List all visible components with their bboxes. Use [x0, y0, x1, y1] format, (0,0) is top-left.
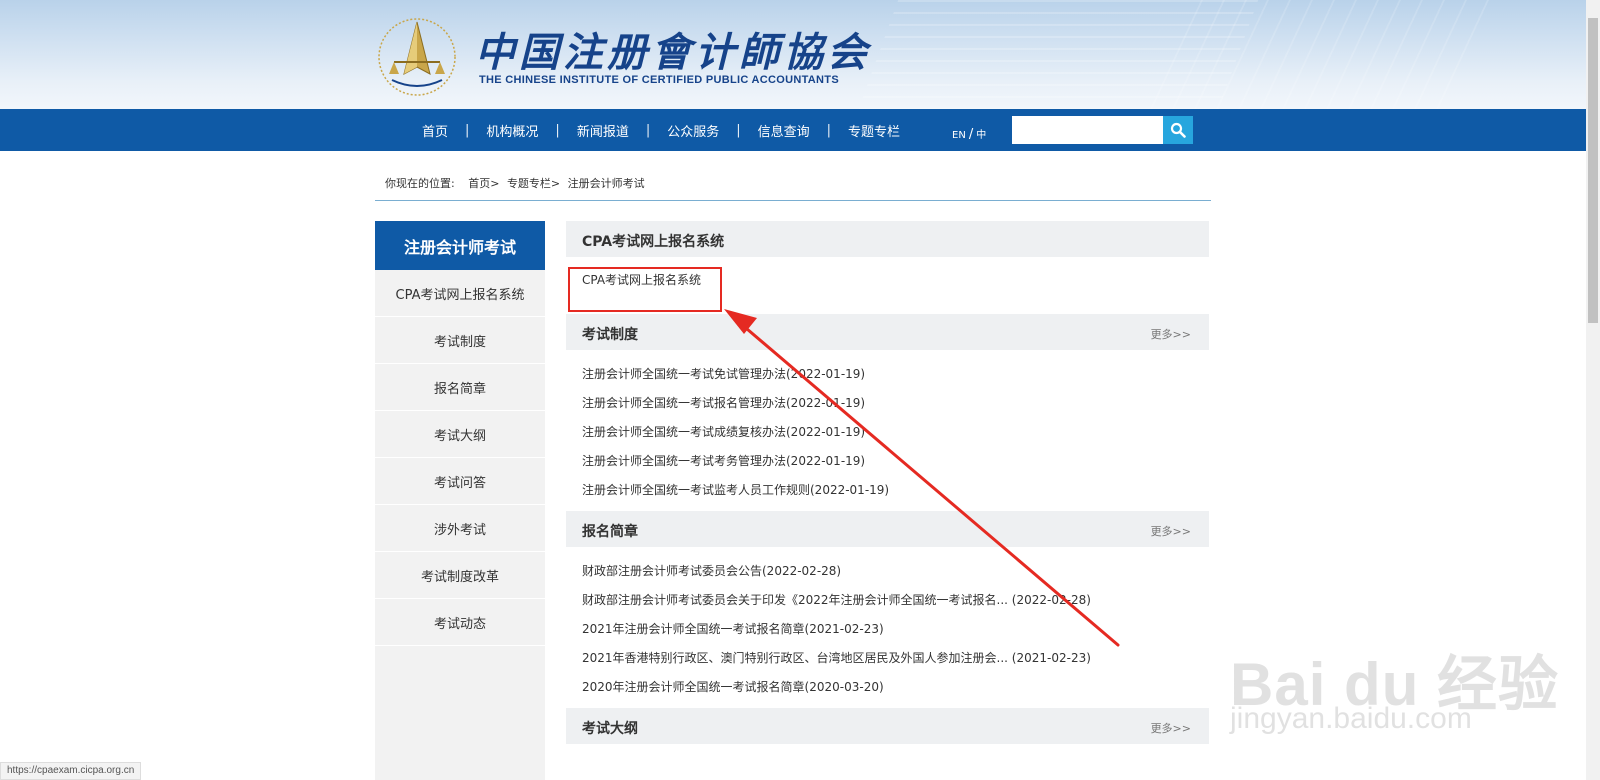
- list-item[interactable]: 财政部注册会计师考试委员会公告(2022-02-28): [582, 557, 1193, 586]
- sidebar-item-registration-guide[interactable]: 报名简章: [375, 364, 545, 411]
- main-navbar: 首页 | 机构概况 | 新闻报道 | 公众服务 | 信息查询 | 专题专栏: [0, 109, 1586, 151]
- nav-item-news[interactable]: 新闻报道: [560, 121, 646, 140]
- sidebar-item-exam-faq[interactable]: 考试问答: [375, 458, 545, 505]
- registration-guide-list: 财政部注册会计师考试委员会公告(2022-02-28) 财政部注册会计师考试委员…: [566, 547, 1209, 708]
- sidebar: 注册会计师考试 CPA考试网上报名系统 考试制度 报名简章 考试大纲 考试问答 …: [375, 221, 545, 780]
- lang-slash: /: [968, 127, 974, 142]
- cicpa-logo-emblem: [378, 18, 456, 96]
- sidebar-filler: [375, 646, 545, 780]
- breadcrumb-label: 你现在的位置:: [385, 177, 455, 190]
- more-link-exam-outline[interactable]: 更多>>: [1151, 720, 1191, 736]
- search-input[interactable]: [1012, 116, 1164, 144]
- sidebar-title: 注册会计师考试: [375, 221, 545, 270]
- baidu-watermark-url: jingyan.baidu.com: [1230, 702, 1472, 735]
- section-title-registration-guide: 报名简章: [582, 524, 638, 540]
- list-item[interactable]: 注册会计师全国统一考试成绩复核办法(2022-01-19): [582, 418, 1193, 447]
- section-header-exam-system: 考试制度 更多>>: [566, 314, 1209, 350]
- cpa-link-block: CPA考试网上报名系统: [566, 257, 1209, 314]
- list-item[interactable]: 财政部注册会计师考试委员会关于印发《2022年注册会计师全国统一考试报名... …: [582, 586, 1193, 615]
- list-item[interactable]: 注册会计师全国统一考试报名管理办法(2022-01-19): [582, 389, 1193, 418]
- section-header-exam-outline: 考试大纲 更多>>: [566, 708, 1209, 744]
- list-item[interactable]: 注册会计师全国统一考试免试管理办法(2022-01-19): [582, 360, 1193, 389]
- main-content: CPA考试网上报名系统 CPA考试网上报名系统 考试制度 更多>> 注册会计师全…: [566, 221, 1209, 744]
- nav-item-about[interactable]: 机构概况: [469, 121, 555, 140]
- sidebar-item-foreign-exam[interactable]: 涉外考试: [375, 505, 545, 552]
- breadcrumb: 你现在的位置: 首页> 专题专栏> 注册会计师考试: [385, 175, 649, 191]
- list-item[interactable]: 2021年注册会计师全国统一考试报名简章(2021-02-23): [582, 615, 1193, 644]
- sidebar-item-exam-news[interactable]: 考试动态: [375, 599, 545, 646]
- sidebar-item-cpa-registration[interactable]: CPA考试网上报名系统: [375, 270, 545, 317]
- banner-decoration: [1149, 0, 1511, 109]
- list-item[interactable]: 注册会计师全国统一考试监考人员工作规则(2022-01-19): [582, 476, 1193, 505]
- search-button[interactable]: [1163, 116, 1193, 144]
- nav-item-home[interactable]: 首页: [405, 121, 465, 140]
- scrollbar-thumb[interactable]: [1588, 18, 1598, 323]
- lang-en-link[interactable]: EN: [952, 130, 966, 141]
- breadcrumb-special-column[interactable]: 专题专栏>: [507, 177, 560, 190]
- nav-items: 首页 | 机构概况 | 新闻报道 | 公众服务 | 信息查询 | 专题专栏: [405, 109, 917, 151]
- breadcrumb-home[interactable]: 首页>: [468, 177, 499, 190]
- cpa-registration-link[interactable]: CPA考试网上报名系统: [582, 271, 701, 288]
- section-title-cpa: CPA考试网上报名系统: [582, 234, 725, 250]
- section-header-registration-guide: 报名简章 更多>>: [566, 511, 1209, 547]
- section-title-exam-outline: 考试大纲: [582, 721, 638, 737]
- breadcrumb-divider: [375, 200, 1211, 201]
- browser-status-url: https://cpaexam.cicpa.org.cn: [0, 762, 142, 780]
- section-title-exam-system: 考试制度: [582, 327, 638, 343]
- sidebar-item-exam-reform[interactable]: 考试制度改革: [375, 552, 545, 599]
- list-item[interactable]: 2021年香港特别行政区、澳门特别行政区、台湾地区居民及外国人参加注册会... …: [582, 644, 1193, 673]
- lang-cn-link[interactable]: 中: [976, 130, 986, 141]
- search-icon: [1170, 122, 1186, 138]
- nav-item-public-service[interactable]: 公众服务: [650, 121, 736, 140]
- section-header-cpa: CPA考试网上报名系统: [566, 221, 1209, 257]
- list-item[interactable]: 注册会计师全国统一考试考务管理办法(2022-01-19): [582, 447, 1193, 476]
- site-title-cn: 中国注册會计師協会: [475, 29, 871, 76]
- exam-system-list: 注册会计师全国统一考试免试管理办法(2022-01-19) 注册会计师全国统一考…: [566, 350, 1209, 511]
- site-title-en: THE CHINESE INSTITUTE OF CERTIFIED PUBLI…: [479, 74, 839, 86]
- nav-item-info-query[interactable]: 信息查询: [741, 121, 827, 140]
- list-item[interactable]: 2020年注册会计师全国统一考试报名简章(2020-03-20): [582, 673, 1193, 702]
- breadcrumb-current: 注册会计师考试: [567, 177, 645, 190]
- sidebar-item-exam-system[interactable]: 考试制度: [375, 317, 545, 364]
- language-switch: EN / 中: [952, 126, 986, 142]
- sidebar-item-exam-outline[interactable]: 考试大纲: [375, 411, 545, 458]
- page-scrollbar[interactable]: [1586, 0, 1600, 780]
- nav-item-special-column[interactable]: 专题专栏: [831, 121, 917, 140]
- more-link-registration-guide[interactable]: 更多>>: [1151, 523, 1191, 539]
- more-link-exam-system[interactable]: 更多>>: [1151, 326, 1191, 342]
